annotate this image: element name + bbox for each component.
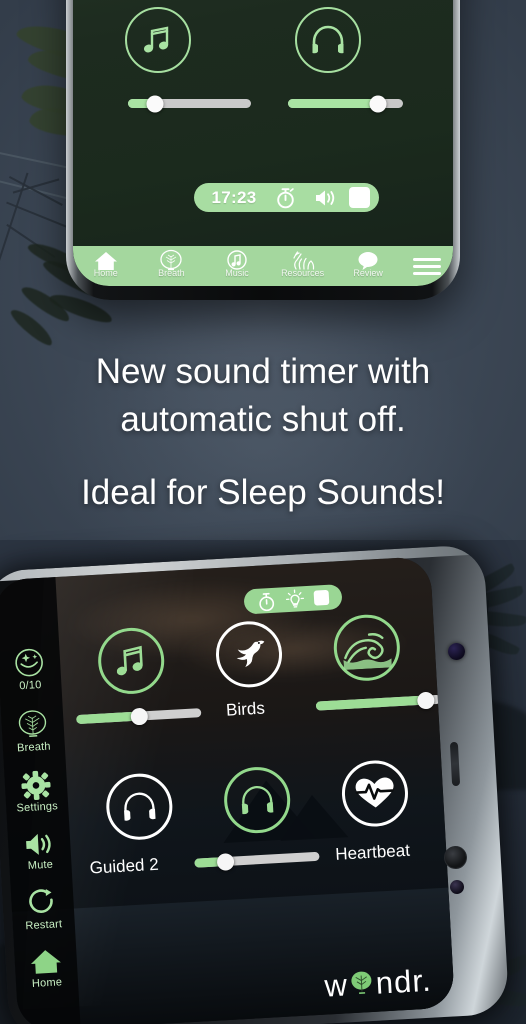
headphones-icon[interactable] [295, 7, 361, 73]
sidebar-item-mute[interactable]: Mute [10, 829, 70, 873]
stop-square-button[interactable] [313, 589, 330, 606]
music-notes-glyph [143, 26, 169, 53]
sound-label-heartbeat: Heartbeat [334, 840, 411, 864]
sidebar-item-progress[interactable]: 0/10 [0, 645, 60, 693]
progress-count: 0/10 [18, 678, 42, 693]
wondr-logo: w ndr. [324, 963, 433, 1005]
wave-glyph [343, 633, 392, 671]
hamburger-line [412, 272, 441, 275]
headphone-volume-slider[interactable] [288, 95, 403, 112]
nav-label: Resources [281, 268, 325, 278]
brand-text-right: ndr. [374, 962, 433, 1001]
sidebar-item-restart[interactable]: Restart [13, 887, 73, 933]
speaker-glyph [315, 190, 334, 205]
tree-logo-icon [351, 971, 372, 995]
hamburger-line [412, 265, 441, 268]
nav-label: Home [93, 268, 118, 278]
sound-label-birds: Birds [225, 698, 266, 720]
top-phone-screen: 17:23 Home Breath Music Resources Review [73, 0, 453, 286]
stopwatch-icon[interactable] [256, 590, 276, 611]
home-icon [30, 950, 61, 974]
sidebar-item-review[interactable]: Review [335, 249, 401, 278]
slider-thumb[interactable] [146, 95, 164, 112]
promo-headline: New sound timer with automatic shut off.… [0, 348, 526, 518]
sidebar-item-breath[interactable]: Breath [139, 249, 205, 278]
sidebar-item-resources[interactable]: Resources [270, 249, 336, 278]
nav-label: Breath [158, 268, 185, 278]
dove-glyph [236, 640, 265, 668]
sidebar-item-music[interactable]: Music [204, 249, 270, 278]
sound-timer-bar[interactable]: 17:23 [194, 183, 379, 212]
speaker-icon [26, 833, 51, 855]
sidebar-label: Breath [16, 740, 51, 755]
hamburger-menu-button[interactable] [401, 258, 453, 275]
headline-line-2: automatic shut off. [120, 400, 406, 439]
top-phone-mockup: 17:23 Home Breath Music Resources Review [66, 0, 460, 300]
nav-label: Review [353, 268, 383, 278]
bottom-phone-screen: 0/10 Breath Settings Mute Restart Home B… [0, 556, 456, 1024]
gear-icon [21, 770, 51, 800]
music-volume-slider[interactable] [128, 95, 251, 112]
sidebar-item-breath[interactable]: Breath [3, 707, 63, 755]
headline-line-3: Ideal for Sleep Sounds! [81, 473, 445, 512]
sidebar-label: Mute [27, 858, 54, 873]
stopwatch-icon[interactable] [265, 186, 305, 209]
headphones-glyph [312, 25, 344, 54]
heartbeat-glyph [355, 777, 394, 808]
restart-icon [29, 889, 53, 913]
headphones-glyph [241, 785, 274, 815]
stopwatch-glyph [276, 188, 294, 209]
moon-sparkle-icon [15, 648, 43, 677]
slider-thumb[interactable] [369, 95, 387, 112]
top-sound-controls [73, 7, 453, 112]
sound-label-guided2: Guided 2 [89, 854, 160, 878]
headline-line-1: New sound timer with [95, 352, 431, 391]
sidebar-label: Restart [25, 918, 63, 933]
timer-value: 17:23 [211, 187, 257, 207]
tree-icon [18, 710, 47, 737]
bottom-phone-mockup: 0/10 Breath Settings Mute Restart Home B… [0, 544, 510, 1024]
lightbulb-icon[interactable] [284, 588, 305, 610]
bottom-navigation-bar: Home Breath Music Resources Review [73, 246, 453, 286]
music-notes-icon[interactable] [125, 7, 191, 73]
sidebar-label: Home [31, 976, 63, 990]
stop-square-button[interactable] [349, 187, 370, 208]
sidebar-label: Settings [16, 800, 59, 815]
sidebar-item-home[interactable]: Home [73, 249, 139, 278]
sidebar-item-settings[interactable]: Settings [6, 769, 66, 815]
slider-fill [288, 99, 378, 108]
music-notes-glyph [116, 645, 143, 676]
speaker-icon[interactable] [305, 188, 345, 208]
headphones-glyph [124, 792, 156, 821]
brand-text-left: w [323, 967, 349, 1004]
hamburger-line [412, 258, 441, 261]
nav-label: Music [225, 268, 249, 278]
sidebar-item-home[interactable]: Home [16, 947, 76, 991]
